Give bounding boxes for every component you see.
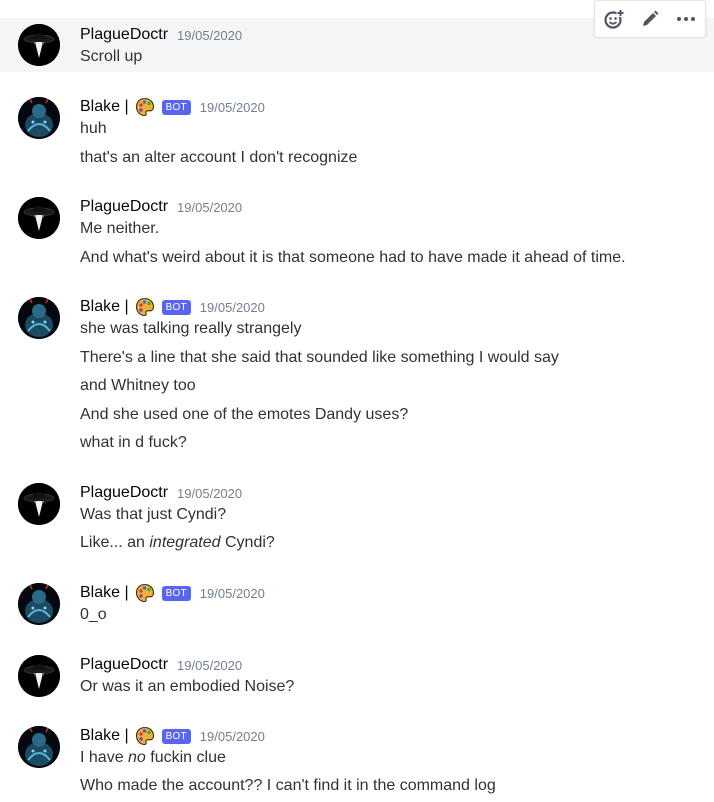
message-header: Blake | BOT 19/05/2020 — [80, 724, 265, 748]
bot-badge: BOT — [161, 299, 191, 315]
username[interactable]: PlagueDoctr — [80, 26, 168, 44]
message-text: Was that just Cyndi? — [80, 506, 227, 523]
add-reaction-icon — [604, 9, 625, 29]
username[interactable]: Blake | — [80, 298, 129, 316]
message-header: PlagueDoctr 19/05/2020 — [80, 653, 242, 677]
add-reaction-button[interactable] — [597, 3, 631, 35]
edit-icon — [643, 10, 659, 26]
username[interactable]: Blake | — [80, 727, 129, 745]
message-text: Who made the account?? I can't find it i… — [80, 777, 496, 794]
message-text: she was talking really strangely — [80, 320, 302, 337]
message-text: I have no fuckin clue — [80, 747, 226, 769]
avatar[interactable] — [18, 97, 60, 139]
text-segment: Cyndi? — [220, 534, 275, 551]
username[interactable]: PlagueDoctr — [80, 656, 168, 674]
timestamp[interactable]: 19/05/2020 — [177, 28, 242, 43]
text-segment: Like... an — [80, 534, 150, 551]
message[interactable]: PlagueDoctr 19/05/2020 Or was it an embo… — [0, 648, 714, 702]
palette-emoji-icon — [135, 297, 154, 317]
edit-button[interactable] — [633, 3, 667, 35]
message-text: Like... an integrated Cyndi? — [80, 532, 275, 554]
timestamp[interactable]: 19/05/2020 — [200, 100, 265, 115]
text-segment: I have — [80, 749, 129, 766]
message[interactable]: Blake | BOT 19/05/2020 huh that's an alt… — [0, 90, 714, 172]
avatar[interactable] — [18, 297, 60, 339]
message-text: There's a line that she said that sounde… — [80, 349, 559, 366]
message-header: Blake | BOT 19/05/2020 — [80, 95, 265, 119]
more-icon — [677, 17, 695, 21]
avatar[interactable] — [18, 655, 60, 697]
italic-text: integrated — [149, 534, 221, 551]
timestamp[interactable]: 19/05/2020 — [177, 486, 242, 501]
message-header: PlagueDoctr 19/05/2020 — [80, 195, 242, 219]
timestamp[interactable]: 19/05/2020 — [200, 300, 265, 315]
username[interactable]: Blake | — [80, 584, 129, 602]
bot-badge: BOT — [161, 585, 191, 601]
message-text: what in d fuck? — [80, 434, 187, 451]
username[interactable]: Blake | — [80, 98, 129, 116]
message-text: Me neither. — [80, 220, 160, 237]
palette-emoji-icon — [135, 97, 154, 117]
palette-emoji-icon — [135, 726, 154, 746]
message-header: Blake | BOT 19/05/2020 — [80, 581, 265, 605]
bot-badge: BOT — [161, 728, 191, 744]
message-text: that's an alter account I don't recogniz… — [80, 149, 358, 166]
message-text: and Whitney too — [80, 377, 196, 394]
more-button[interactable] — [669, 3, 703, 35]
message-text: huh — [80, 120, 107, 137]
message[interactable]: PlagueDoctr 19/05/2020 Was that just Cyn… — [0, 476, 714, 560]
timestamp[interactable]: 19/05/2020 — [200, 729, 265, 744]
message-text: And she used one of the emotes Dandy use… — [80, 406, 409, 423]
italic-text: no — [128, 749, 146, 766]
chat-messages: PlagueDoctr 19/05/2020 Scroll up Blake |… — [0, 0, 714, 802]
message-text: Or was it an embodied Noise? — [80, 678, 295, 695]
avatar[interactable] — [18, 24, 60, 66]
message-text: 0_o — [80, 606, 107, 623]
avatar[interactable] — [18, 583, 60, 625]
timestamp[interactable]: 19/05/2020 — [177, 658, 242, 673]
message-text: Scroll up — [80, 48, 143, 65]
message[interactable]: Blake | BOT 19/05/2020 I have no fuckin … — [0, 719, 714, 802]
username[interactable]: PlagueDoctr — [80, 484, 168, 502]
username[interactable]: PlagueDoctr — [80, 198, 168, 216]
avatar[interactable] — [18, 483, 60, 525]
message-toolbar — [594, 0, 706, 38]
message-header: PlagueDoctr 19/05/2020 — [80, 481, 242, 505]
palette-emoji-icon — [135, 583, 154, 603]
timestamp[interactable]: 19/05/2020 — [177, 200, 242, 215]
message-text: And what's weird about it is that someon… — [80, 249, 626, 266]
message[interactable]: Blake | BOT 19/05/2020 0_o — [0, 576, 714, 630]
timestamp[interactable]: 19/05/2020 — [200, 586, 265, 601]
message[interactable]: Blake | BOT 19/05/2020 she was talking r… — [0, 290, 714, 460]
avatar[interactable] — [18, 726, 60, 768]
message-header: Blake | BOT 19/05/2020 — [80, 295, 265, 319]
bot-badge: BOT — [161, 99, 191, 115]
avatar[interactable] — [18, 197, 60, 239]
message-header: PlagueDoctr 19/05/2020 — [80, 23, 242, 47]
text-segment: fuckin clue — [145, 749, 226, 766]
message[interactable]: PlagueDoctr 19/05/2020 Me neither. And w… — [0, 190, 714, 272]
